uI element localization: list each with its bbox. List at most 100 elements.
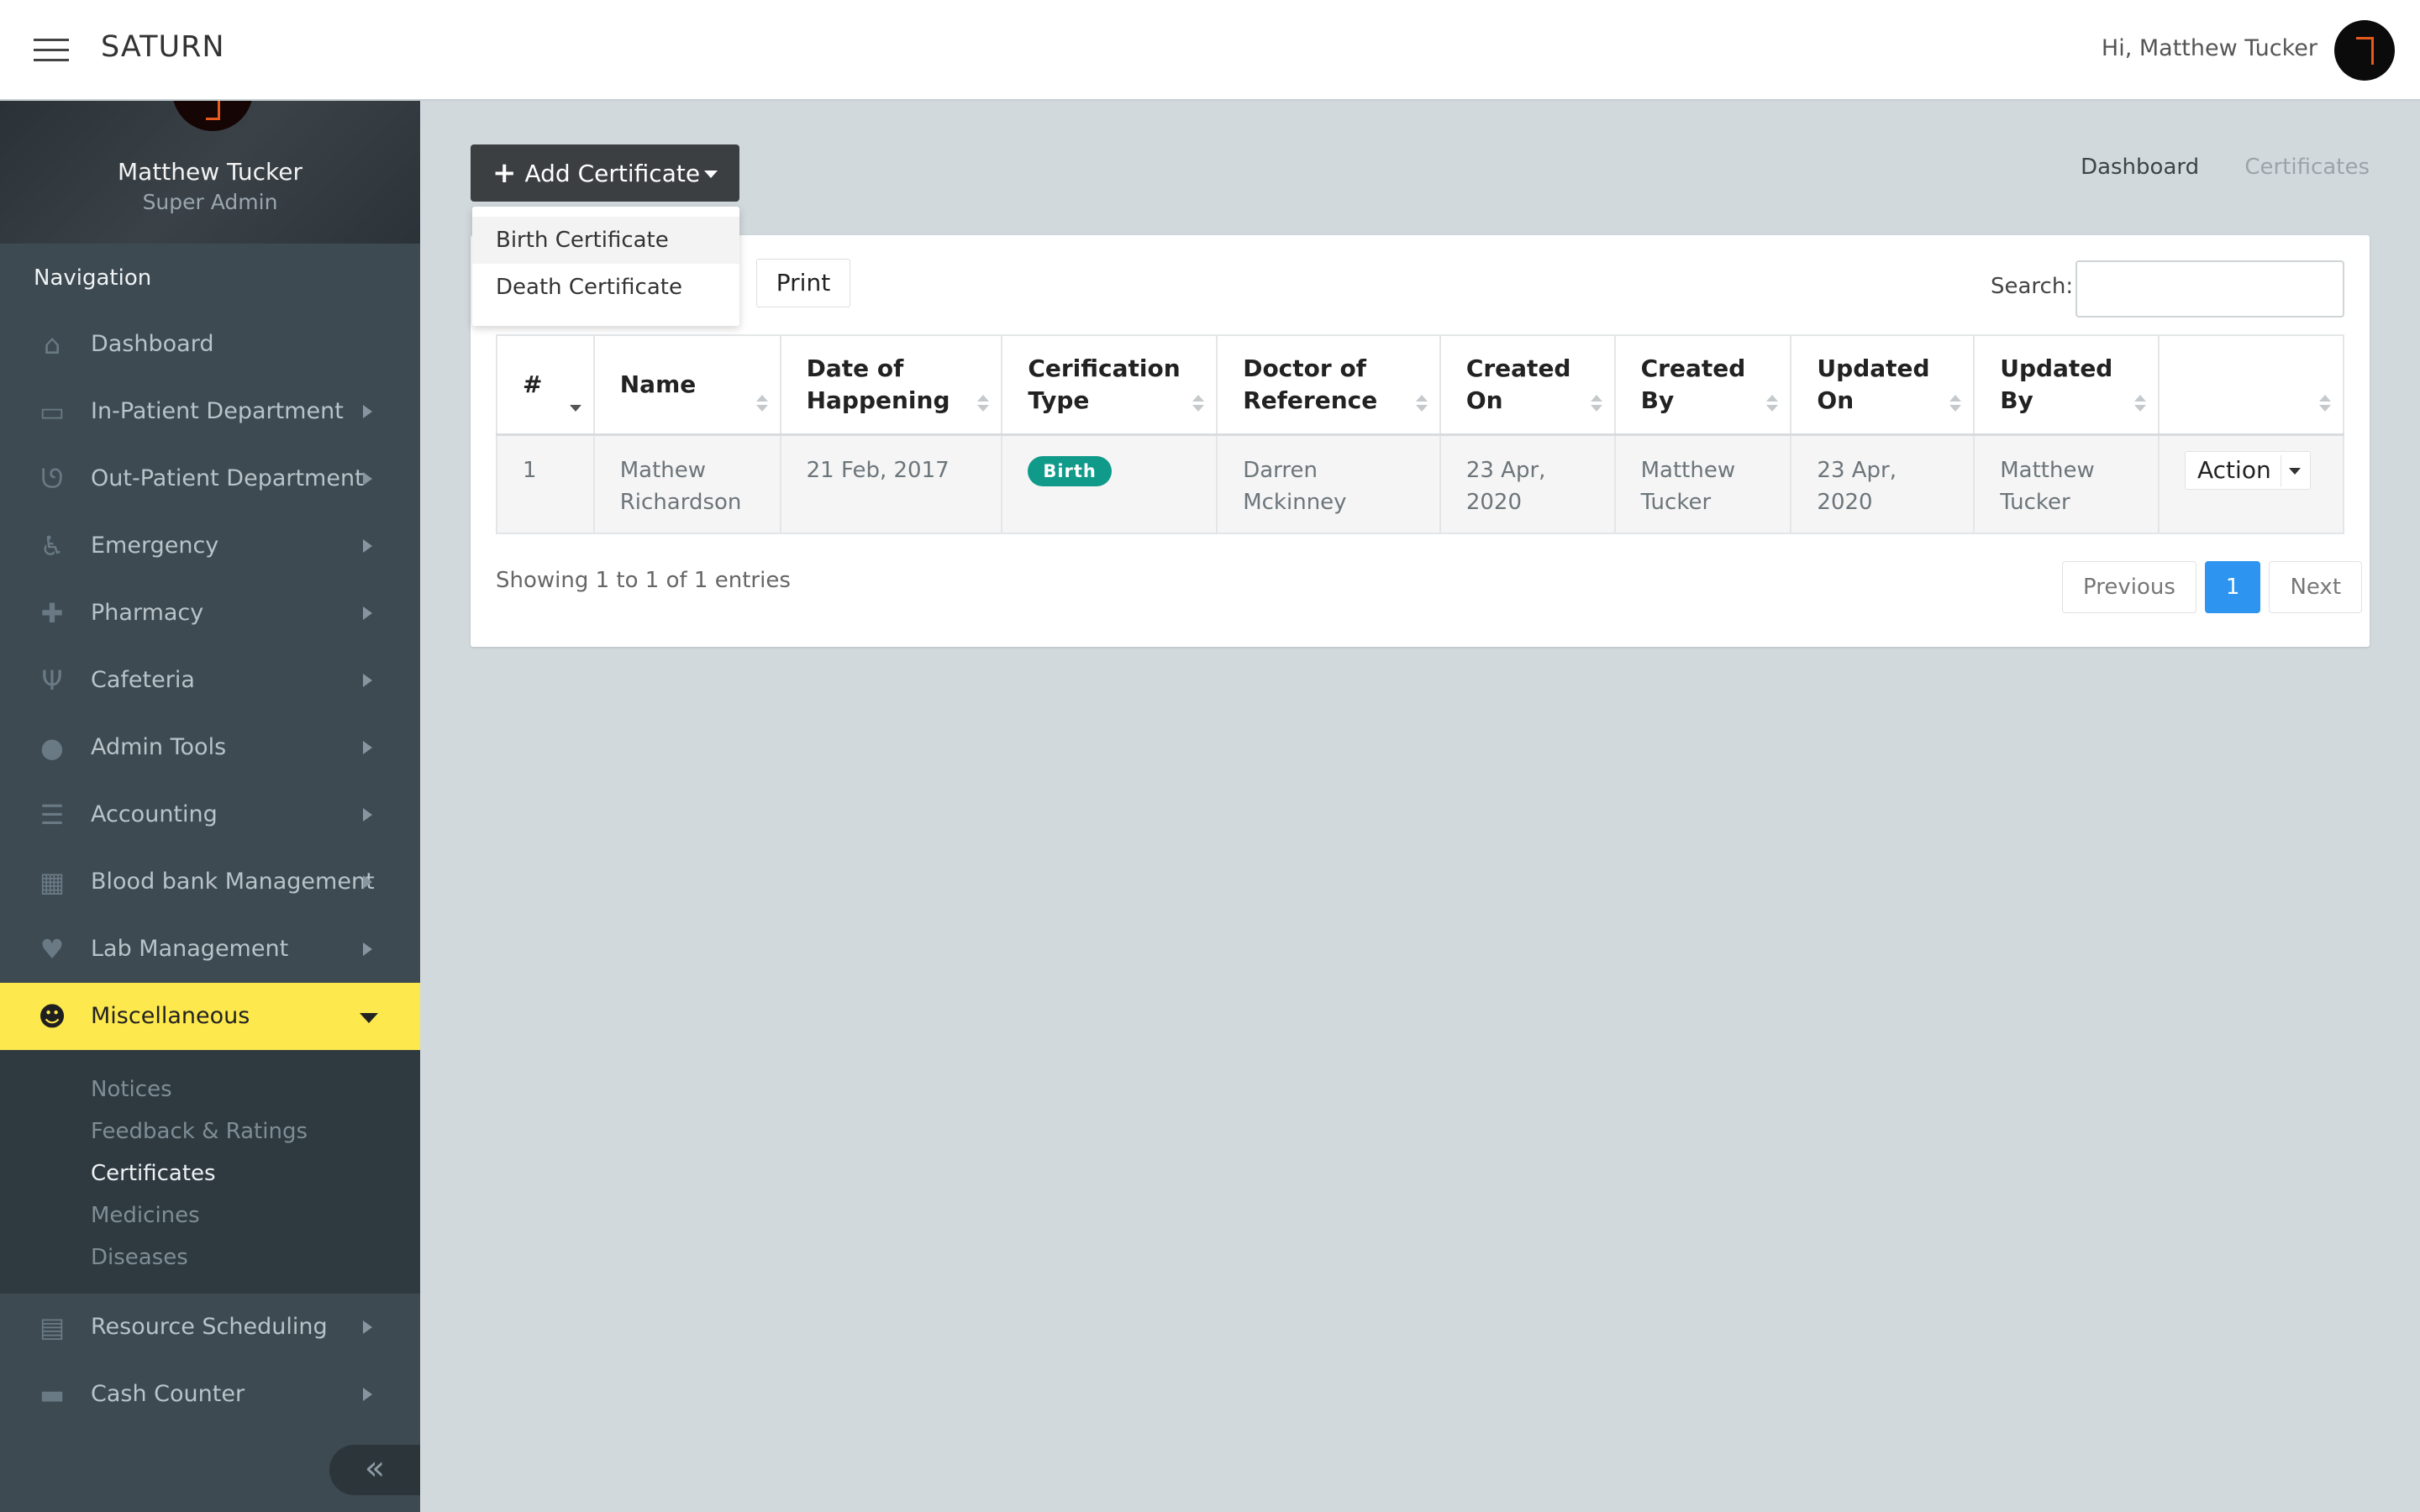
caret-right-icon	[363, 606, 372, 620]
action-dropdown-button[interactable]: Action	[2185, 450, 2311, 490]
user-md-icon: ☻	[38, 1000, 66, 1032]
app-title: SATURN	[101, 30, 225, 64]
profile-avatar	[172, 101, 253, 131]
caret-right-icon	[363, 942, 372, 956]
column-header-created-on[interactable]: Created On	[1439, 334, 1616, 436]
user-avatar[interactable]	[2334, 20, 2395, 81]
caret-right-icon	[363, 539, 372, 553]
sidebar-item-dashboard[interactable]: ⌂ Dashboard	[0, 311, 420, 378]
caret-right-icon	[363, 1388, 372, 1401]
sidebar-item-label: Pharmacy	[91, 600, 204, 626]
sidebar-item-resource-scheduling[interactable]: ▤ Resource Scheduling	[0, 1294, 420, 1361]
sidebar-item-pharmacy[interactable]: ✚ Pharmacy	[0, 580, 420, 647]
cell-doctor: Darren Mckinney	[1216, 433, 1441, 534]
page-1-button[interactable]: 1	[2204, 561, 2261, 613]
nav-heading: Navigation	[34, 265, 152, 291]
next-page-button[interactable]: Next	[2269, 561, 2363, 613]
sidebar-item-label: Cash Counter	[91, 1381, 245, 1407]
sidebar-item-cash-counter[interactable]: ▬ Cash Counter	[0, 1361, 420, 1428]
hamburger-menu-icon[interactable]	[34, 39, 69, 62]
heartbeat-icon: ♥	[39, 933, 65, 965]
breadcrumb-dashboard[interactable]: Dashboard	[2081, 155, 2199, 180]
submenu-item-feedback[interactable]: Feedback & Ratings	[0, 1110, 420, 1152]
sort-icon	[1192, 395, 1205, 413]
cell-type: Birth	[1001, 433, 1218, 534]
sort-icon	[1949, 395, 1962, 413]
cell-created-by: Matthew Tucker	[1613, 433, 1792, 534]
sidebar-item-label: Out-Patient Department	[91, 465, 364, 491]
search-input[interactable]	[2075, 260, 2344, 318]
wheelchair-icon: ♿	[39, 530, 65, 562]
top-bar: SATURN Hi, Matthew Tucker	[0, 0, 2420, 101]
submenu-item-medicines[interactable]: Medicines	[0, 1194, 420, 1236]
sidebar-item-cafeteria[interactable]: Ψ Cafeteria	[0, 647, 420, 714]
dropdown-item-birth-certificate[interactable]: Birth Certificate	[472, 217, 739, 264]
sort-desc-icon	[569, 395, 581, 413]
profile-name: Matthew Tucker	[118, 158, 302, 186]
column-header-name[interactable]: Name	[592, 334, 781, 436]
calendar-icon: ▤	[39, 1311, 66, 1343]
caret-right-icon	[363, 405, 372, 418]
column-header-created-by[interactable]: Created By	[1613, 334, 1792, 436]
column-header-date[interactable]: Date of Happening	[779, 334, 1003, 436]
sidebar-item-lab-management[interactable]: ♥ Lab Management	[0, 916, 420, 983]
sidebar-item-label: Blood bank Management	[91, 869, 375, 895]
sidebar-item-blood-bank[interactable]: ▦ Blood bank Management	[0, 848, 420, 916]
column-header-type[interactable]: Cerification Type	[1001, 334, 1218, 436]
breadcrumb: Dashboard Certificates	[2081, 155, 2370, 180]
caret-down-icon	[360, 1013, 378, 1023]
sidebar-nav: ⌂ Dashboard ▭ In-Patient Department ᘎ Ou…	[0, 311, 420, 1428]
sidebar-item-out-patient[interactable]: ᘎ Out-Patient Department	[0, 445, 420, 512]
column-header-number[interactable]: #	[496, 334, 595, 436]
print-button[interactable]: Print	[756, 259, 850, 307]
caret-right-icon	[363, 808, 372, 822]
cell-created-on: 23 Apr, 2020	[1439, 433, 1616, 534]
hospital-icon: ▦	[39, 866, 66, 898]
caret-right-icon	[363, 674, 372, 687]
cell-name: Mathew Richardson	[592, 433, 781, 534]
caret-right-icon	[363, 472, 372, 486]
column-header-updated-by[interactable]: Updated By	[1973, 334, 2160, 436]
add-certificate-dropdown: Birth Certificate Death Certificate	[472, 207, 739, 326]
sidebar-item-in-patient[interactable]: ▭ In-Patient Department	[0, 378, 420, 445]
money-icon: ▬	[39, 1378, 66, 1410]
type-badge: Birth	[1028, 455, 1112, 486]
sidebar-item-miscellaneous[interactable]: ☻ Miscellaneous	[0, 983, 420, 1050]
medkit-icon: ✚	[40, 597, 64, 629]
sidebar-profile: Matthew Tucker Super Admin	[0, 101, 420, 244]
sidebar-item-emergency[interactable]: ♿ Emergency	[0, 512, 420, 580]
caret-right-icon	[363, 1320, 372, 1334]
pagination: Previous 1 Next	[2054, 561, 2363, 613]
collapse-sidebar-button[interactable]: «	[329, 1445, 420, 1495]
column-header-action[interactable]	[2158, 334, 2344, 436]
sidebar-item-accounting[interactable]: ☰ Accounting	[0, 781, 420, 848]
cell-action: Action	[2158, 433, 2344, 534]
sidebar-item-label: Accounting	[91, 801, 218, 827]
sidebar-item-label: Lab Management	[91, 936, 289, 962]
sidebar-item-label: In-Patient Department	[91, 398, 344, 424]
add-certificate-label: Add Certificate	[524, 159, 701, 187]
submenu-item-notices[interactable]: Notices	[0, 1068, 420, 1110]
certificates-panel: Print Search: # Name Date of Happening C…	[471, 235, 2370, 647]
dropdown-item-death-certificate[interactable]: Death Certificate	[472, 264, 739, 311]
sort-icon	[1415, 395, 1428, 413]
caret-right-icon	[363, 741, 372, 754]
submenu-item-diseases[interactable]: Diseases	[0, 1236, 420, 1278]
user-greeting[interactable]: Hi, Matthew Tucker	[2102, 35, 2317, 61]
utensils-icon: Ψ	[41, 664, 63, 696]
submenu-item-certificates[interactable]: Certificates	[0, 1152, 420, 1194]
breadcrumb-certificates: Certificates	[2244, 155, 2370, 180]
column-header-updated-on[interactable]: Updated On	[1790, 334, 1975, 436]
sort-icon	[1590, 395, 1602, 413]
stethoscope-icon: ᘎ	[40, 462, 64, 495]
add-certificate-button[interactable]: + Add Certificate	[471, 144, 739, 202]
sidebar-item-label: Resource Scheduling	[91, 1314, 328, 1340]
cell-number: 1	[496, 433, 595, 534]
previous-page-button[interactable]: Previous	[2062, 561, 2196, 613]
miscellaneous-submenu: Notices Feedback & Ratings Certificates …	[0, 1050, 420, 1294]
user-icon: ●	[40, 732, 64, 764]
sidebar-item-admin-tools[interactable]: ● Admin Tools	[0, 714, 420, 781]
column-header-doctor[interactable]: Doctor of Reference	[1216, 334, 1441, 436]
caret-down-icon	[704, 171, 718, 178]
action-label: Action	[2197, 455, 2271, 484]
